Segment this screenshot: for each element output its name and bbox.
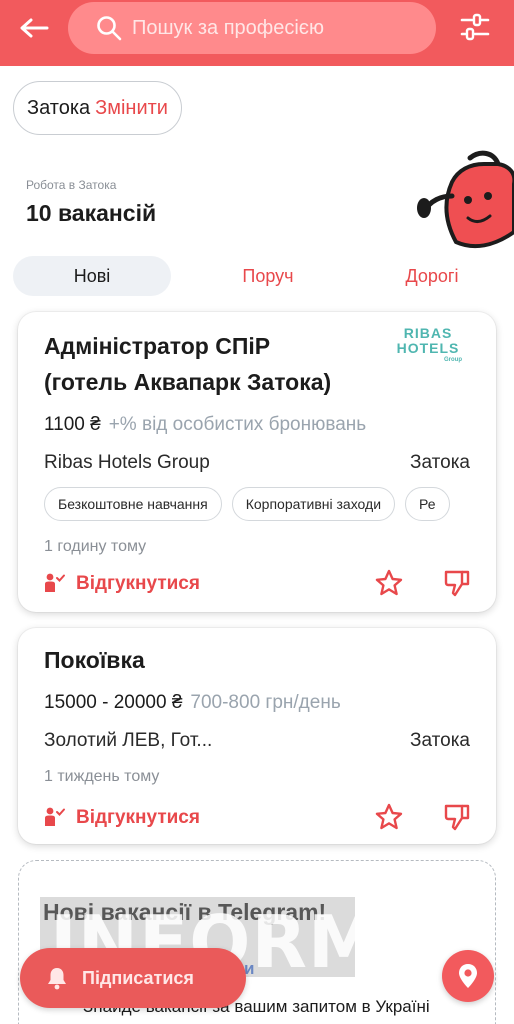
posted-time: 1 тиждень тому (44, 768, 160, 785)
job-tag: Ре (405, 487, 450, 521)
subscribe-button[interactable]: Підписатися (20, 948, 246, 1008)
person-check-icon (45, 573, 65, 592)
search-icon (97, 16, 122, 41)
dislike-button[interactable] (442, 568, 472, 598)
salary-extra: +% від особистих бронювань (108, 414, 367, 435)
job-title-line2: (готель Аквапарк Затока) (44, 369, 332, 395)
location-chip[interactable]: Затока Змінити (13, 81, 182, 135)
favorite-button[interactable] (374, 802, 404, 832)
bell-icon (48, 968, 66, 990)
top-app-bar: Пошук за професією (0, 0, 514, 66)
search-input[interactable]: Пошук за професією (68, 2, 436, 54)
back-button[interactable] (14, 12, 54, 44)
sort-tabs: Нові Поруч Дорогі (13, 256, 501, 296)
job-title-line1: Адміністратор СПіР (44, 333, 271, 359)
company-logo-line2: HOTELS (396, 340, 460, 356)
job-tags: Безкоштовне навчання Корпоративні заходи Р… (44, 487, 488, 523)
job-tag: Безкоштовне навчання (44, 487, 222, 521)
company-name: Золотий ЛЕВ, Гот... (44, 730, 213, 751)
job-tag: Корпоративні заходи (231, 487, 396, 521)
apply-label: Відгукнутися (76, 573, 200, 594)
sliders-icon (460, 13, 490, 41)
company-logo: RIBAS HOTELS Group (388, 326, 468, 364)
company-logo-line1: RIBAS (403, 325, 453, 341)
tab-expensive[interactable]: Дорогі (363, 256, 501, 296)
favorite-button[interactable] (374, 568, 404, 598)
job-title-line1: Покоївка (44, 647, 145, 673)
company-name: Ribas Hotels Group (44, 452, 210, 473)
search-placeholder: Пошук за професією (132, 16, 325, 39)
subscribe-label: Підписатися (82, 967, 194, 988)
results-count-title: 10 вакансій (26, 200, 157, 226)
tab-new[interactable]: Нові (13, 256, 171, 296)
thumbs-down-icon (444, 570, 470, 597)
dislike-button[interactable] (442, 802, 472, 832)
location-city: Затока (27, 96, 91, 119)
job-salary: 15000 - 20000 ₴ 700-800 грн/день (44, 692, 341, 714)
change-location-link[interactable]: Змінити (95, 97, 168, 120)
tab-nearby[interactable]: Поруч (203, 256, 333, 296)
results-subtitle: Робота в Затока (26, 178, 117, 192)
salary-extra: 700-800 грн/день (190, 692, 341, 713)
map-pin-icon (459, 964, 477, 988)
salary-amount: 1100 ₴ (44, 414, 101, 435)
salary-amount: 15000 - 20000 ₴ (44, 692, 183, 713)
posted-time: 1 годину тому (44, 538, 147, 555)
company-logo-line3: Group (444, 357, 462, 363)
apply-label: Відгукнутися (76, 807, 200, 828)
job-card[interactable]: Адміністратор СПіР (готель Аквапарк Зато… (18, 312, 496, 612)
apply-button[interactable]: Відгукнутися (42, 806, 200, 830)
mascot-illustration (417, 150, 514, 249)
filter-button[interactable] (458, 10, 492, 44)
star-icon (375, 569, 403, 596)
star-icon (375, 803, 403, 830)
map-button[interactable] (442, 950, 494, 1002)
job-city: Затока (410, 730, 470, 751)
arrow-left-icon (20, 18, 49, 38)
apply-button[interactable]: Відгукнутися (42, 572, 200, 596)
job-card[interactable]: Покоївка 15000 - 20000 ₴ 700-800 грн/день… (18, 628, 496, 844)
person-check-icon (45, 807, 65, 826)
thumbs-down-icon (444, 804, 470, 831)
job-salary: 1100 ₴ +% від особистих бронювань (44, 414, 366, 436)
job-city: Затока (410, 452, 470, 473)
